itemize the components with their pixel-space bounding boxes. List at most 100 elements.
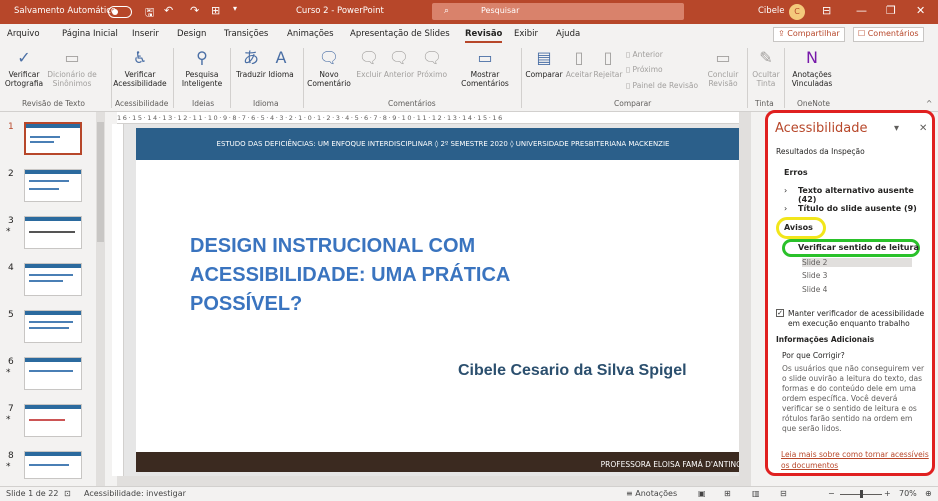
next-change-button[interactable]: ▯ Próximo	[626, 65, 663, 74]
thumbnail-scrollbar[interactable]	[96, 112, 105, 486]
compare-button[interactable]: ▤ Comparar	[524, 48, 564, 79]
tab-transicoes[interactable]: Transições	[224, 29, 268, 39]
collapse-ribbon-icon[interactable]: ^	[926, 99, 932, 108]
tab-exibir[interactable]: Exibir	[514, 29, 538, 39]
horizontal-scrollbar[interactable]	[117, 476, 751, 486]
additional-info-heading: Informações Adicionais	[776, 335, 875, 344]
autosave-toggle[interactable]	[108, 6, 132, 18]
accept-button[interactable]: ▯ Aceitar	[564, 48, 594, 79]
tab-pagina-inicial[interactable]: Página Inicial	[62, 29, 118, 39]
normal-view-icon[interactable]: ▣	[698, 489, 706, 498]
reject-button[interactable]: ▯ Rejeitar	[593, 48, 623, 79]
slide-thumbnail-5[interactable]	[24, 310, 82, 343]
slideshow-icon[interactable]: ⊟	[780, 489, 787, 498]
slide-thumbnail-1[interactable]	[24, 122, 82, 155]
slide-header-band: ESTUDO DAS DEFICIÊNCIAS: UM ENFOQUE INTE…	[136, 128, 750, 160]
error-alt-text[interactable]: Texto alternativo ausente (42)	[798, 186, 932, 204]
previous-comment-button[interactable]: 🗨 Anterior	[383, 48, 415, 79]
tab-inserir[interactable]: Inserir	[132, 29, 159, 39]
slide-scrollbar[interactable]	[739, 112, 751, 476]
end-review-button[interactable]: ▭ Concluir Revisão	[704, 48, 742, 88]
translate-button[interactable]: あ Traduzir	[234, 48, 268, 79]
search-box[interactable]: ⌕ Pesquisar	[432, 3, 684, 20]
tab-ajuda[interactable]: Ajuda	[556, 29, 580, 39]
customize-qa-icon[interactable]: ▾	[233, 4, 237, 13]
error-slide-title[interactable]: Título do slide ausente (9)	[798, 204, 917, 213]
chevron-right-icon[interactable]: ›	[784, 204, 787, 213]
present-icon[interactable]: ⊞	[211, 4, 220, 17]
chevron-right-icon[interactable]: ›	[784, 186, 787, 195]
notes-icon[interactable]: ⊡	[64, 489, 71, 498]
minimize-icon[interactable]: —	[856, 4, 867, 17]
hide-ink-button[interactable]: ✎ Ocultar Tinta	[750, 48, 782, 88]
separator	[230, 48, 231, 108]
fit-slide-icon[interactable]: ⊕	[925, 489, 932, 498]
ribbon-display-icon[interactable]: ⊟	[822, 4, 831, 17]
share-button[interactable]: ⇪ Compartilhar	[773, 27, 845, 42]
save-icon[interactable]: 🖫	[145, 4, 154, 23]
user-name[interactable]: Cibele	[758, 6, 785, 16]
onenote-icon: N	[806, 48, 818, 67]
keep-checker-checkbox[interactable]: ✓	[776, 309, 784, 317]
slide-author[interactable]: Cibele Cesario da Silva Spigel	[458, 362, 687, 380]
tab-design[interactable]: Design	[177, 29, 206, 39]
accessibility-status[interactable]: Acessibilidade: investigar	[84, 489, 186, 498]
language-button[interactable]: A Idioma	[266, 48, 296, 79]
slide-thumbnail-4[interactable]	[24, 263, 82, 296]
slide-thumbnail-3[interactable]	[24, 216, 82, 249]
revision-pane-button[interactable]: ▯ Painel de Revisão	[626, 81, 698, 90]
spelling-button[interactable]: ✓ Verificar Ortografia	[4, 48, 44, 88]
slide-thumbnail-7[interactable]	[24, 404, 82, 437]
zoom-slider-knob[interactable]	[860, 490, 863, 498]
thumb-line	[29, 231, 75, 233]
tab-revisao[interactable]: Revisão	[465, 29, 503, 43]
show-comments-button[interactable]: ▭ Mostrar Comentários	[456, 48, 514, 88]
tab-arquivo[interactable]: Arquivo	[7, 29, 40, 39]
next-comment-button[interactable]: 🗨 Próximo	[416, 48, 448, 79]
thumb-band	[25, 358, 81, 362]
avatar[interactable]: C	[789, 4, 805, 20]
delete-comment-button[interactable]: 🗨 Excluir	[354, 48, 384, 79]
thumb-line	[29, 180, 69, 182]
check-accessibility-label: Verificar Acessibilidade	[113, 70, 167, 88]
learn-more-link[interactable]: Leia mais sobre como tornar acessíveis o…	[781, 449, 931, 471]
tab-animacoes[interactable]: Animações	[287, 29, 334, 39]
slide-thumbnail-6[interactable]	[24, 357, 82, 390]
animation-star-icon: *	[6, 462, 11, 472]
check-accessibility-button[interactable]: ♿ Verificar Acessibilidade	[110, 48, 170, 88]
new-comment-button[interactable]: 🗨 Novo Comentário	[306, 48, 352, 88]
undo-icon[interactable]: ↶	[164, 4, 173, 17]
zoom-level[interactable]: 70%	[899, 489, 917, 498]
slide-sorter-icon[interactable]: ⊞	[724, 489, 731, 498]
previous-change-button[interactable]: ▯ Anterior	[626, 50, 663, 59]
maximize-icon[interactable]: ❐	[886, 4, 896, 17]
slide-item[interactable]: Slide 2	[802, 258, 912, 267]
slide-thumbnail-8[interactable]	[24, 451, 82, 479]
slide-canvas[interactable]: ESTUDO DAS DEFICIÊNCIAS: UM ENFOQUE INTE…	[136, 128, 750, 472]
close-icon[interactable]: ✕	[916, 4, 925, 17]
slide-item[interactable]: Slide 3	[802, 271, 827, 280]
reading-view-icon[interactable]: ▥	[752, 489, 760, 498]
comments-button[interactable]: ☐ Comentários	[853, 27, 924, 42]
previous-comment-label: Anterior	[383, 70, 415, 79]
linked-notes-button[interactable]: N Anotações Vinculadas	[790, 48, 834, 88]
warning-reading-order[interactable]: Verificar sentido de leitura	[798, 243, 919, 252]
slide-item[interactable]: Slide 4	[802, 285, 827, 294]
smart-lookup-button[interactable]: ⚲ Pesquisa Inteligente	[178, 48, 226, 88]
slide-thumbnail-2[interactable]	[24, 169, 82, 202]
separator	[303, 48, 304, 108]
spelling-label: Verificar Ortografia	[4, 70, 44, 88]
notes-button[interactable]: ≡ Anotações	[626, 489, 677, 498]
slide-counter: Slide 1 de 22	[6, 489, 59, 498]
horizontal-ruler: 16·15·14·13·12·11·10·9·8·7·6·5·4·3·2·1·0…	[117, 112, 751, 124]
pane-options-icon[interactable]: ▾	[894, 123, 899, 134]
scroll-thumb[interactable]	[97, 122, 104, 242]
zoom-in-icon[interactable]: +	[884, 489, 891, 498]
thesaurus-label: Dicionário de Sinônimos	[47, 70, 97, 88]
thesaurus-button[interactable]: ▭ Dicionário de Sinônimos	[46, 48, 98, 88]
zoom-out-icon[interactable]: −	[828, 489, 835, 498]
pane-close-icon[interactable]: ✕	[919, 123, 927, 134]
slide-title[interactable]: DESIGN INSTRUCIONAL COM ACESSIBILIDADE: …	[190, 232, 590, 319]
tab-apresentacao[interactable]: Apresentação de Slides	[350, 29, 450, 39]
redo-icon[interactable]: ↷	[190, 4, 199, 17]
